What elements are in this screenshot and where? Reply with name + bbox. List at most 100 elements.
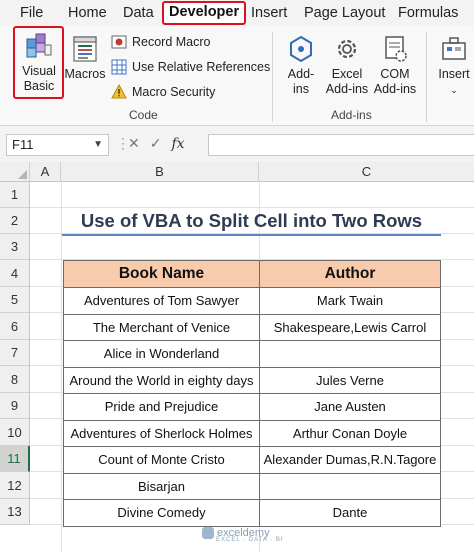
excel-addins-button[interactable]: Excel Add-ins	[323, 34, 371, 97]
addins-label-line1: Add-	[287, 67, 315, 81]
table-row: Divine Comedy Dante	[63, 499, 441, 527]
row-header-9[interactable]: 9	[0, 393, 30, 419]
tab-formulas[interactable]: Formulas	[398, 3, 458, 23]
excel-addins-label-line2: Add-ins	[325, 82, 369, 96]
visual-basic-icon	[26, 33, 52, 58]
chevron-down-icon[interactable]: ▼	[93, 135, 103, 155]
title-underline	[62, 234, 441, 236]
column-header-b[interactable]: B	[61, 162, 259, 182]
insert-controls-label: Insert	[438, 67, 470, 81]
table-row: Adventures of Sherlock Holmes Arthur Cona…	[63, 419, 441, 447]
cell-author[interactable]: Arthur Conan Doyle	[259, 419, 441, 447]
macros-button[interactable]: Macros	[64, 34, 106, 82]
addins-button[interactable]: Add- ins	[281, 34, 321, 97]
visual-basic-label-line2: Basic	[23, 79, 55, 93]
com-addins-icon	[385, 36, 407, 62]
watermark-tagline: EXCEL · DATA · BI	[216, 537, 284, 544]
row-header-8[interactable]: 8	[0, 366, 30, 393]
com-addins-label-line2: Add-ins	[373, 82, 417, 96]
addins-group-label: Add-ins	[331, 108, 372, 122]
formula-bar: F11 ▼ ⋮ ✕✓fx	[0, 126, 474, 162]
tab-page-layout[interactable]: Page Layout	[304, 3, 385, 23]
tab-home[interactable]: Home	[68, 3, 107, 23]
cell-author[interactable]	[259, 472, 441, 500]
com-addins-button[interactable]: COM Add-ins	[372, 34, 418, 97]
ribbon-tab-bar: File Home Data Developer Insert Page Lay…	[0, 0, 474, 26]
tab-file[interactable]: File	[20, 3, 43, 23]
relative-references-label: Use Relative References	[132, 60, 271, 74]
row-header-12[interactable]: 12	[0, 472, 30, 499]
toolbox-icon	[442, 37, 466, 60]
row-header-13[interactable]: 13	[0, 499, 30, 525]
cell-book-name[interactable]: Bisarjan	[63, 472, 260, 500]
table-row: Adventures of Tom Sawyer Mark Twain	[63, 287, 441, 315]
ribbon-developer-panel: Visual Basic Macros Record Macro Use Rel…	[0, 26, 474, 126]
cell-author[interactable]: Mark Twain	[259, 287, 441, 315]
cell-book-name[interactable]: Count of Monte Cristo	[63, 446, 260, 474]
tab-insert[interactable]: Insert	[251, 3, 287, 23]
macro-security-label: Macro Security	[132, 85, 216, 99]
com-addins-label-line1: COM	[380, 67, 410, 81]
row-header-4[interactable]: 4	[0, 260, 30, 287]
table-row: The Merchant of Venice Shakespeare,Lewis …	[63, 313, 441, 341]
record-macro-button[interactable]: Record Macro	[111, 33, 211, 51]
group-separator	[426, 32, 427, 122]
relative-references-button[interactable]: Use Relative References	[111, 58, 270, 76]
record-macro-label: Record Macro	[132, 35, 211, 49]
row-header-10[interactable]: 10	[0, 419, 30, 446]
table-row: Count of Monte Cristo Alexander Dumas,R.N…	[63, 446, 441, 474]
cell-book-name[interactable]: Around the World in eighty days	[63, 366, 260, 394]
name-box[interactable]: F11 ▼	[6, 134, 109, 156]
fx-icon[interactable]: fx	[171, 136, 184, 152]
tab-data[interactable]: Data	[123, 3, 154, 23]
visual-basic-label-line1: Visual	[22, 64, 56, 78]
cell-author[interactable]: Jane Austen	[259, 393, 441, 421]
header-book-name[interactable]: Book Name	[63, 260, 260, 288]
cell-author[interactable]: Shakespeare,Lewis Carrol	[259, 313, 441, 341]
cell-author[interactable]: Dante	[259, 499, 441, 527]
column-header-a[interactable]: A	[30, 162, 61, 182]
cancel-icon[interactable]: ✕	[128, 135, 150, 151]
cell-book-name[interactable]: Adventures of Tom Sawyer	[63, 287, 260, 315]
grid-column-line	[61, 182, 62, 552]
visual-basic-button[interactable]: Visual Basic	[15, 31, 63, 94]
cell-book-name[interactable]: The Merchant of Venice	[63, 313, 260, 341]
sheet-title[interactable]: Use of VBA to Split Cell into Two Rows	[62, 208, 441, 234]
header-author[interactable]: Author	[259, 260, 441, 288]
formula-input[interactable]	[208, 134, 474, 156]
cell-book-name[interactable]: Divine Comedy	[63, 499, 260, 527]
books-table: Book Name Author Adventures of Tom Sawye…	[63, 260, 441, 527]
row-header-6[interactable]: 6	[0, 313, 30, 340]
excel-addins-label-line1: Excel	[331, 67, 363, 81]
table-header-row: Book Name Author	[63, 260, 441, 288]
row-header-5[interactable]: 5	[0, 287, 30, 313]
column-header-c[interactable]: C	[259, 162, 474, 182]
table-row: Alice in Wonderland	[63, 340, 441, 368]
row-header-1[interactable]: 1	[0, 182, 30, 208]
cell-book-name[interactable]: Adventures of Sherlock Holmes	[63, 419, 260, 447]
table-row: Pride and Prejudice Jane Austen	[63, 393, 441, 421]
formula-buttons: ✕✓fx	[128, 135, 185, 152]
insert-controls-button[interactable]: Insert ⌄	[434, 34, 474, 98]
name-box-value: F11	[12, 137, 34, 152]
row-header-11[interactable]: 11	[0, 446, 30, 472]
macro-security-button[interactable]: Macro Security	[111, 83, 215, 101]
addins-icon	[290, 35, 312, 63]
group-separator	[272, 32, 273, 122]
cell-author[interactable]: Jules Verne	[259, 366, 441, 394]
table-row: Around the World in eighty days Jules Ver…	[63, 366, 441, 394]
cell-book-name[interactable]: Pride and Prejudice	[63, 393, 260, 421]
select-all-corner[interactable]	[0, 162, 30, 182]
exceldemy-watermark: exceldemy EXCEL · DATA · BI	[202, 527, 284, 543]
row-header-2[interactable]: 2	[0, 208, 30, 234]
enter-icon[interactable]: ✓	[150, 135, 172, 151]
cell-author[interactable]	[259, 340, 441, 368]
cell-author[interactable]: Alexander Dumas,R.N.Tagore	[259, 446, 441, 474]
code-group-label: Code	[129, 108, 158, 122]
row-header-7[interactable]: 7	[0, 340, 30, 366]
tab-developer[interactable]: Developer	[162, 1, 247, 25]
cell-book-name[interactable]: Alice in Wonderland	[63, 340, 260, 368]
addins-label-line2: ins	[293, 82, 309, 96]
exceldemy-logo-icon	[202, 527, 214, 540]
row-header-3[interactable]: 3	[0, 234, 30, 260]
